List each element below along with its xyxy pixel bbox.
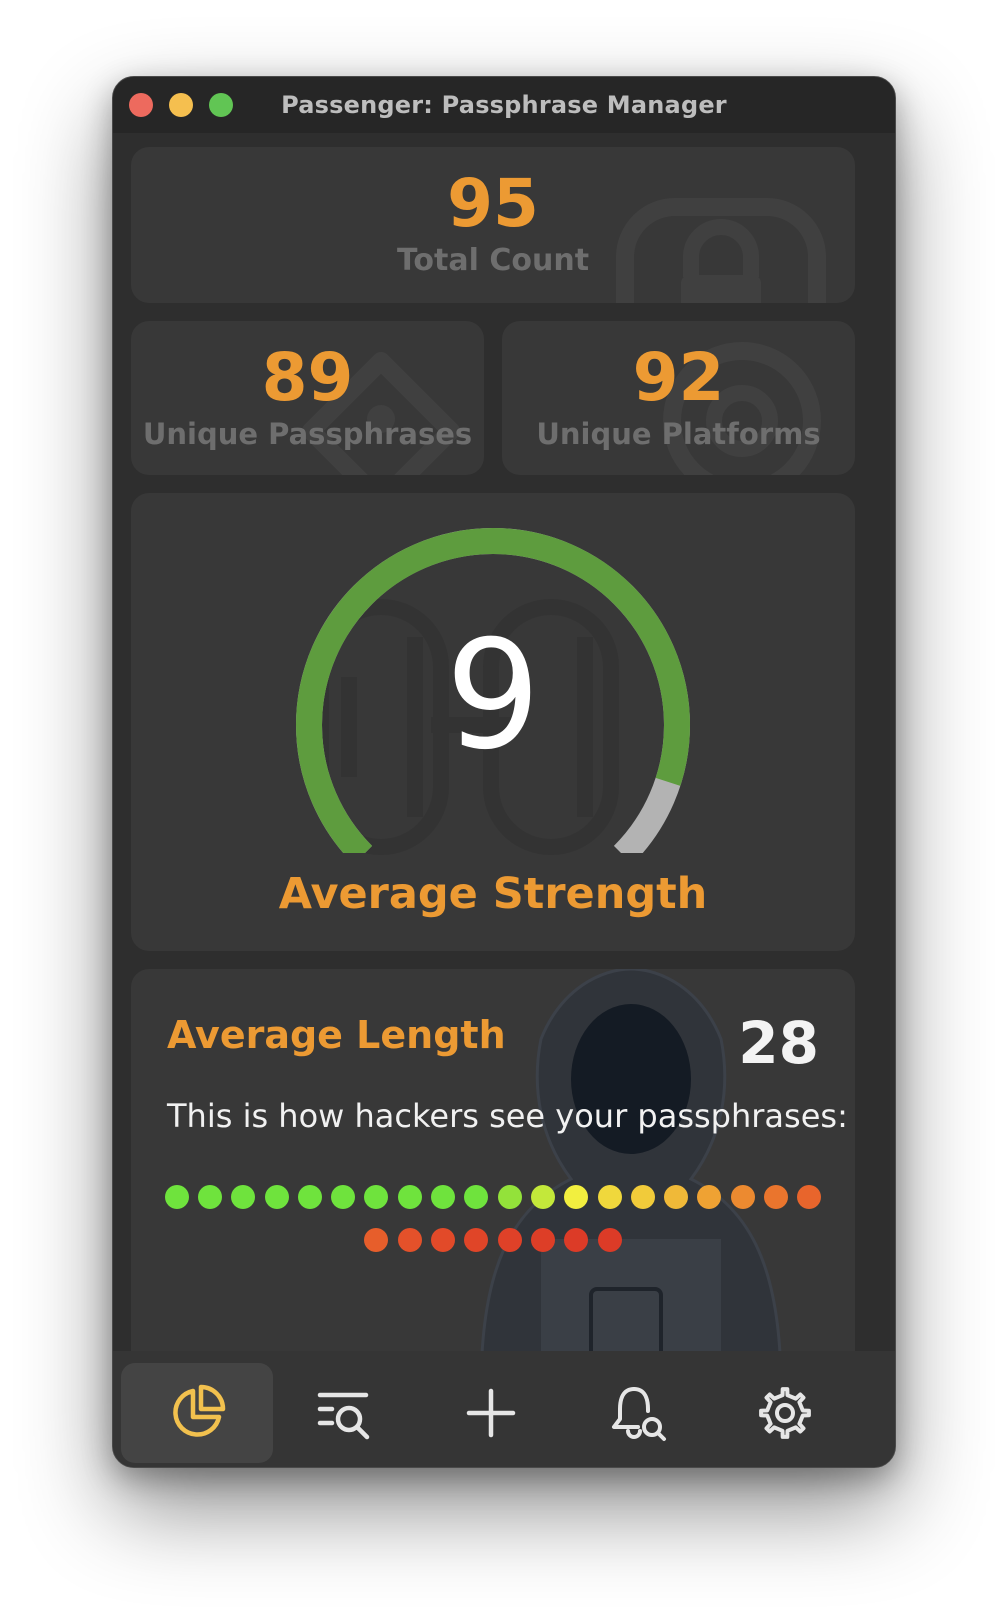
unique-passphrases-label: Unique Passphrases (142, 417, 473, 451)
total-count-card: 95 Total Count (131, 147, 855, 303)
pie-chart-icon (173, 1384, 226, 1437)
unique-passphrases-card: 89 Unique Passphrases (131, 321, 484, 475)
length-dots-row (131, 1228, 855, 1252)
tab-add[interactable] (415, 1363, 567, 1463)
length-dot (397, 1185, 422, 1209)
length-dot (664, 1185, 689, 1209)
length-dot (464, 1185, 489, 1209)
length-dot (564, 1185, 589, 1209)
length-dot (231, 1185, 256, 1209)
length-dot (431, 1228, 456, 1252)
gear-icon (759, 1387, 811, 1439)
length-dot (497, 1185, 522, 1209)
length-dot (164, 1185, 189, 1209)
tab-notifications[interactable] (562, 1363, 714, 1463)
total-count-label: Total Count (396, 243, 590, 278)
tab-settings[interactable] (709, 1363, 861, 1463)
unique-platforms-card: 92 Unique Platforms (502, 321, 855, 475)
length-dot (597, 1185, 622, 1209)
title-bar[interactable]: Passenger: Passphrase Manager (113, 77, 895, 133)
average-length-title: Average Length (167, 1013, 506, 1057)
list-search-icon (317, 1392, 370, 1440)
length-dots-row (131, 1185, 855, 1209)
average-strength-label: Average Strength (278, 869, 708, 919)
maximize-window-button[interactable] (209, 93, 233, 117)
app-window: Passenger: Passphrase Manager 95 Total C… (112, 76, 896, 1468)
length-dot (530, 1185, 555, 1209)
length-dot (497, 1228, 522, 1252)
length-dot (797, 1185, 822, 1209)
length-dot (630, 1185, 655, 1209)
minimize-window-button[interactable] (169, 93, 193, 117)
close-window-button[interactable] (129, 93, 153, 117)
length-dot (197, 1185, 222, 1209)
total-count-value: 95 (447, 165, 539, 242)
length-dot (697, 1185, 722, 1209)
length-dot (264, 1185, 289, 1209)
length-dot (764, 1185, 789, 1209)
length-dot (464, 1228, 489, 1252)
average-strength-value: 9 (445, 609, 541, 783)
bottom-tab-bar (113, 1351, 895, 1467)
average-length-value: 28 (738, 1009, 819, 1077)
average-length-card: Average Length 28 This is how hackers se… (131, 969, 855, 1389)
length-dot (730, 1185, 755, 1209)
plus-icon (466, 1388, 516, 1438)
length-dot (331, 1185, 356, 1209)
length-dot (530, 1228, 555, 1252)
window-title: Passenger: Passphrase Manager (281, 91, 727, 119)
length-dot (297, 1185, 322, 1209)
length-dot (364, 1185, 389, 1209)
length-dot (564, 1228, 589, 1252)
average-strength-card: 9 Average Strength (131, 493, 855, 951)
unique-platforms-label: Unique Platforms (536, 417, 821, 451)
tab-search[interactable] (268, 1363, 420, 1463)
tab-statistics[interactable] (121, 1363, 273, 1463)
unique-platforms-value: 92 (632, 339, 725, 416)
length-dot (431, 1185, 456, 1209)
length-dot (397, 1228, 422, 1252)
length-dot (364, 1228, 389, 1252)
hacker-view-description: This is how hackers see your passphrases… (167, 1097, 848, 1135)
length-dot (597, 1228, 622, 1252)
unique-passphrases-value: 89 (261, 339, 354, 416)
bell-search-icon (612, 1387, 666, 1441)
